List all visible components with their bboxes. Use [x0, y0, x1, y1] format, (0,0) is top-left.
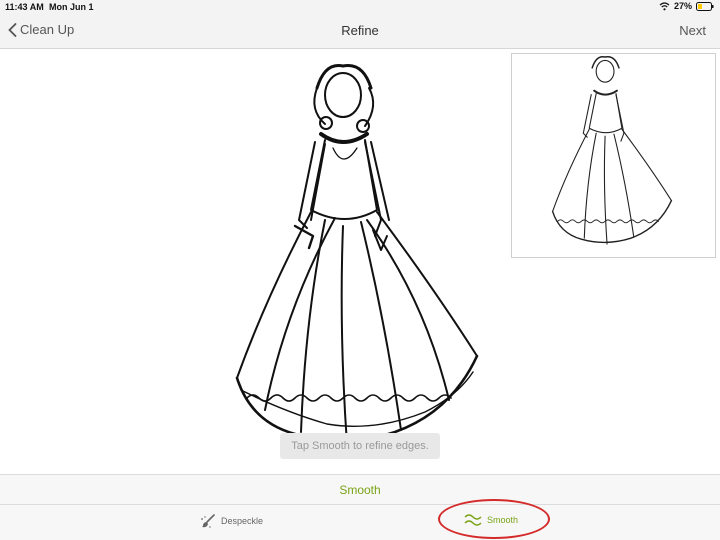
- preview-drawing: [551, 55, 673, 245]
- battery-icon: [696, 1, 714, 11]
- hint-toast: Tap Smooth to refine edges.: [280, 433, 440, 459]
- wave-icon: [464, 514, 482, 526]
- preview-thumbnail[interactable]: [511, 53, 716, 258]
- status-time: 11:43 AM: [5, 2, 44, 12]
- main-drawing[interactable]: [225, 60, 495, 470]
- page-title: Refine: [341, 23, 379, 38]
- tab-smooth[interactable]: Smooth: [464, 513, 518, 527]
- status-bar: 11:43 AM Mon Jun 1 27%: [0, 0, 720, 14]
- next-button[interactable]: Next: [679, 23, 706, 38]
- tab-smooth-label: Smooth: [487, 515, 519, 525]
- tab-despeckle-label: Despeckle: [221, 516, 264, 526]
- smooth-action-button[interactable]: Smooth: [0, 483, 720, 497]
- nav-bar: Clean Up Refine Next: [0, 14, 720, 49]
- tab-despeckle[interactable]: Despeckle: [200, 513, 263, 529]
- tab-bar: Despeckle Smooth: [0, 505, 720, 540]
- action-bar: Smooth: [0, 474, 720, 505]
- wifi-icon: [659, 1, 670, 10]
- brush-icon: [201, 514, 215, 528]
- battery-percent: 27%: [673, 1, 692, 11]
- canvas-area[interactable]: Tap Smooth to refine edges.: [0, 50, 720, 474]
- status-date: Mon Jun 1: [49, 2, 94, 12]
- status-right: 27%: [659, 1, 714, 11]
